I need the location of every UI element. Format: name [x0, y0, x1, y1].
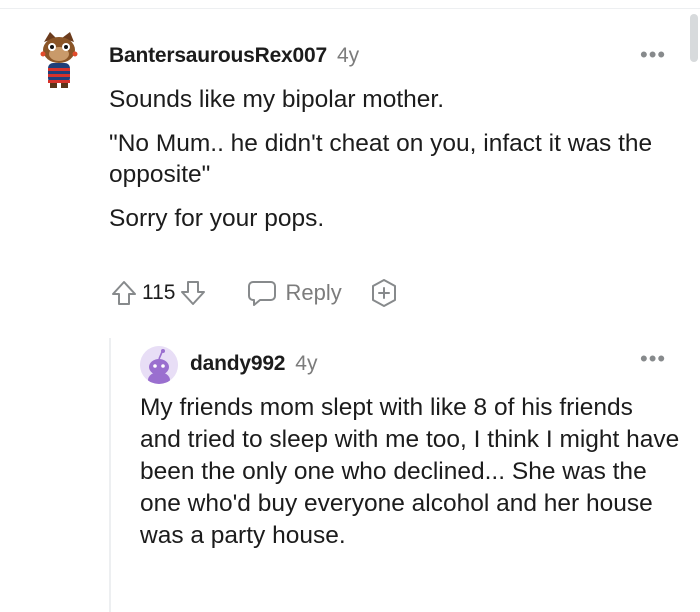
award-icon[interactable]: [368, 277, 400, 309]
reply-body: My friends mom slept with like 8 of his …: [140, 394, 680, 549]
top-divider: [0, 8, 700, 9]
reply-meta: dandy992 4y: [190, 352, 317, 376]
thread-line[interactable]: [109, 338, 111, 612]
comment-username[interactable]: BantersaurousRex007: [109, 44, 327, 68]
reply-username[interactable]: dandy992: [190, 352, 285, 376]
reply-bubble-icon: [248, 281, 277, 306]
user-avatar[interactable]: [36, 30, 82, 90]
comment-age[interactable]: 4y: [337, 44, 359, 68]
comment-body: Sounds like my bipolar mother. "No Mum..…: [109, 84, 679, 247]
comment-paragraph: Sounds like my bipolar mother.: [109, 86, 444, 113]
reply-button[interactable]: Reply: [247, 279, 342, 307]
reply-avatar[interactable]: [140, 346, 178, 384]
more-options-icon[interactable]: •••: [640, 44, 666, 66]
more-options-icon[interactable]: •••: [640, 348, 666, 370]
upvote-icon[interactable]: [108, 277, 140, 309]
vote-score: 115: [142, 281, 176, 304]
scrollbar-thumb[interactable]: [690, 14, 698, 62]
comment-meta: BantersaurousRex007 4y: [109, 44, 359, 68]
comment-paragraph: Sorry for your pops.: [109, 205, 325, 232]
comment-paragraph: "No Mum.. he didn't cheat on you, infact…: [109, 130, 653, 188]
reply-age[interactable]: 4y: [295, 352, 317, 376]
downvote-icon[interactable]: [177, 277, 209, 309]
comment-actions: 115 Reply: [108, 276, 400, 310]
reply-label: Reply: [285, 280, 342, 305]
